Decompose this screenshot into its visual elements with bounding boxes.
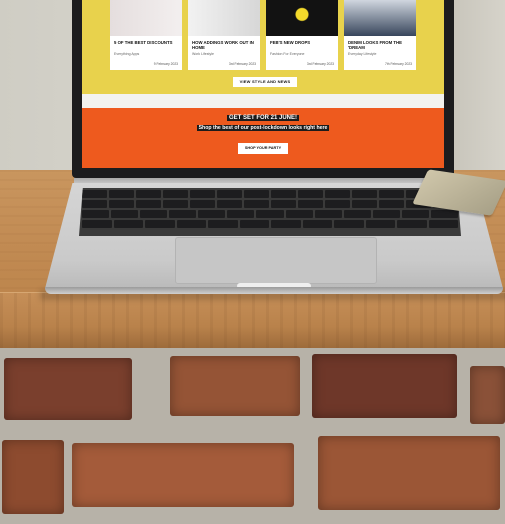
key bbox=[352, 190, 377, 198]
key bbox=[352, 200, 377, 208]
key bbox=[379, 190, 404, 198]
brick bbox=[2, 440, 64, 514]
laptop-trackpad bbox=[175, 237, 377, 284]
promo-title-text: GET SET FOR 21 JUNE! bbox=[226, 115, 299, 121]
key bbox=[136, 200, 161, 208]
laptop-keyboard bbox=[79, 188, 461, 236]
key bbox=[136, 190, 161, 198]
key bbox=[227, 210, 255, 218]
product-card[interactable]: 5 OF THE BEST DISCOUNTS Everything Apps … bbox=[110, 0, 182, 70]
key bbox=[145, 220, 175, 228]
product-subtitle: Everyday Lifestyle bbox=[348, 52, 377, 56]
key bbox=[271, 190, 296, 198]
key bbox=[217, 190, 242, 198]
laptop-display: 5 OF THE BEST DISCOUNTS Everything Apps … bbox=[82, 0, 444, 168]
key bbox=[111, 210, 139, 218]
key bbox=[82, 190, 107, 198]
product-title: HOW ADDINGS WORK OUT IN HOME bbox=[192, 40, 254, 50]
key-row bbox=[79, 210, 461, 219]
key bbox=[372, 210, 400, 218]
product-title: 5 OF THE BEST DISCOUNTS bbox=[114, 40, 173, 45]
key bbox=[343, 210, 371, 218]
key-row bbox=[79, 220, 461, 229]
key bbox=[325, 200, 350, 208]
key bbox=[271, 220, 301, 228]
brick bbox=[72, 443, 294, 507]
laptop-front-edge bbox=[45, 287, 503, 294]
divider-strip bbox=[82, 94, 444, 108]
key bbox=[217, 200, 242, 208]
product-subtitle: Fashion For Everyone bbox=[270, 52, 305, 56]
key bbox=[82, 200, 107, 208]
brick bbox=[170, 356, 300, 416]
key bbox=[169, 210, 197, 218]
view-style-button[interactable]: VIEW STYLE AND NEWS bbox=[233, 77, 297, 87]
key bbox=[401, 210, 429, 218]
product-date: 7th February 2023 bbox=[385, 62, 412, 66]
key bbox=[271, 200, 296, 208]
key bbox=[430, 210, 459, 218]
key bbox=[113, 220, 143, 228]
wall-panel bbox=[445, 0, 505, 172]
product-grid: 5 OF THE BEST DISCOUNTS Everything Apps … bbox=[110, 0, 420, 70]
key bbox=[163, 200, 188, 208]
product-date: 3rd February 2023 bbox=[228, 62, 256, 66]
key bbox=[198, 210, 226, 218]
key bbox=[379, 200, 404, 208]
product-image bbox=[110, 0, 182, 36]
promo-subtitle: Shop the best of our post-lockdown looks… bbox=[82, 125, 444, 131]
brick bbox=[312, 354, 457, 418]
key bbox=[298, 190, 323, 198]
product-title: FEB'S NEW DROPS bbox=[270, 40, 311, 45]
photo-scene: 5 OF THE BEST DISCOUNTS Everything Apps … bbox=[0, 0, 505, 524]
key bbox=[256, 210, 284, 218]
key-row bbox=[79, 200, 461, 209]
key bbox=[109, 190, 134, 198]
product-subtitle: Everything Apps bbox=[114, 52, 140, 56]
brick bbox=[318, 436, 500, 510]
key bbox=[244, 190, 269, 198]
promo-title: GET SET FOR 21 JUNE! bbox=[82, 115, 444, 121]
product-image bbox=[266, 0, 338, 36]
key bbox=[82, 220, 112, 228]
key bbox=[302, 220, 332, 228]
key bbox=[365, 220, 395, 228]
key bbox=[285, 210, 313, 218]
key bbox=[244, 200, 269, 208]
key bbox=[239, 220, 269, 228]
key bbox=[163, 190, 188, 198]
product-subtitle: Work Lifestyle bbox=[192, 52, 214, 56]
key bbox=[314, 210, 342, 218]
key bbox=[325, 190, 350, 198]
key bbox=[140, 210, 168, 218]
key bbox=[82, 210, 110, 218]
key-row bbox=[79, 190, 461, 199]
shop-party-button[interactable]: SHOP YOUR PARTY bbox=[238, 143, 288, 154]
product-card[interactable]: FEB'S NEW DROPS Fashion For Everyone 3rd… bbox=[266, 0, 338, 70]
key bbox=[298, 200, 323, 208]
key bbox=[208, 220, 238, 228]
product-title: DENIM LOOKS FROM THE 'DREAM bbox=[348, 40, 402, 50]
key bbox=[397, 220, 427, 228]
key bbox=[190, 200, 215, 208]
product-image bbox=[344, 0, 416, 36]
brick bbox=[470, 366, 505, 424]
key bbox=[176, 220, 206, 228]
key bbox=[190, 190, 215, 198]
product-date: 9 February 2023 bbox=[153, 62, 178, 66]
shelf-front-edge bbox=[0, 292, 505, 352]
brick-wall bbox=[0, 348, 505, 524]
product-image bbox=[188, 0, 260, 36]
brick bbox=[4, 358, 132, 420]
key bbox=[334, 220, 364, 228]
key bbox=[428, 220, 458, 228]
key bbox=[109, 200, 134, 208]
product-card[interactable]: DENIM LOOKS FROM THE 'DREAM Everyday Lif… bbox=[344, 0, 416, 70]
promo-subtitle-text: Shop the best of our post-lockdown looks… bbox=[196, 125, 330, 131]
product-card[interactable]: HOW ADDINGS WORK OUT IN HOME Work Lifest… bbox=[188, 0, 260, 70]
product-date: 3rd February 2023 bbox=[306, 62, 334, 66]
